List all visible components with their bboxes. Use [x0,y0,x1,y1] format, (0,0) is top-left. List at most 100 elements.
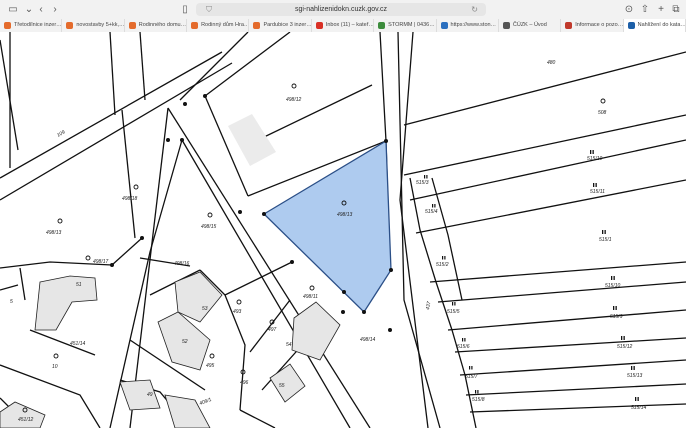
building-outline-faint [228,114,276,166]
tab-3[interactable]: Rodinného domu… [125,19,188,32]
tab-label: STORMM | 0436… [388,22,435,28]
parcel-line [19,267,26,301]
tab-4[interactable]: Rodinný dům Hra… [187,19,250,32]
parcel-symbol-icon [613,276,615,280]
new-tab-icon[interactable]: + [654,3,668,16]
parcel-symbol-icon [631,366,633,370]
parcel-label: 498/15 [201,224,217,230]
selected-parcel-498-13[interactable] [262,139,392,314]
tab-grid-icon[interactable]: ⧉ [669,3,683,16]
tab-label: Rodinného domu… [138,22,187,28]
parcel-symbol-icon [475,390,477,394]
parcel-symbol-icon [592,150,594,154]
parcel-label: 515/10 [587,156,603,162]
vertex [203,94,207,98]
parcel-symbol-icon [426,175,428,179]
tab-label: Rodinný dům Hra… [201,22,250,28]
parcel-symbol-icon [133,184,139,190]
parcel-line [121,109,136,239]
tab-label: ČÚZK – Úvod [512,22,547,28]
parcel-symbol-icon [623,336,625,340]
road-line [0,51,223,179]
parcel-symbol-icon [207,212,213,218]
parcel-symbol-icon [471,366,473,370]
parcel-line [224,261,293,296]
parcel-line [409,139,686,201]
parcel-line [403,114,686,176]
parcel-symbol-icon [595,183,597,187]
parcel-label: 515/7 [465,374,478,380]
download-icon[interactable]: ⊙ [622,3,636,16]
parcel-label: 480 [547,60,556,66]
parcel-label: 498/11 [303,294,318,300]
address-bar[interactable]: ⛉ sgi-nahlizenidokn.cuzk.gov.cz ↻ [196,3,486,16]
parcel-label: 498/14 [360,337,376,343]
parcel-label: 498/13 [46,230,62,236]
forward-icon[interactable]: › [48,3,62,16]
parcel-symbol-icon [291,83,297,89]
parcel-line [0,284,19,291]
parcel-label: 515/6 [457,344,470,350]
parcel-label: 493 [233,309,242,315]
vertex [262,212,266,216]
building [0,401,46,428]
parcel-line [109,32,116,116]
tab-5[interactable]: Pardubice 3 inzer… [249,19,312,32]
parcel-label: 497 [268,327,277,333]
tab-7[interactable]: STORMM | 0436… [374,19,437,32]
share-icon[interactable]: ⇧ [638,3,652,16]
tab-10[interactable]: Informace o pozo… [561,19,624,32]
vertex [290,260,294,264]
parcel-line [454,337,686,353]
parcel-line [239,409,276,428]
sidebar-toggle-icon[interactable]: ▭ [6,3,20,16]
parcel-line [0,39,19,151]
parcel-symbol-icon [85,255,91,261]
tab-label: Nahlížení do kata… [637,22,686,28]
tab-label: Informace o pozo… [575,22,624,28]
tab-9[interactable]: ČÚZK – Úvod [499,19,562,32]
tab-label: Pardubice 3 inzer… [263,22,312,28]
vertex [183,102,187,106]
parcel-symbol-icon [454,302,456,306]
parcel-label: 515/2 [436,262,449,268]
parcel-symbol-icon [432,204,434,208]
tab-8[interactable]: https://www.ston… [437,19,499,32]
shield-icon: ⛉ [206,5,212,14]
back-icon[interactable]: ‹ [34,3,48,16]
vertex [180,138,184,142]
parcel-label: 451/12 [18,417,34,423]
tab-6[interactable]: Inbox (11) – kateř… [312,19,375,32]
tab-favicon-icon [502,22,510,29]
reload-icon[interactable]: ↻ [471,3,478,16]
tab-2[interactable]: novostavby 5+kk,… [62,19,125,32]
tab-label: novostavby 5+kk,… [76,22,125,28]
parcel-symbol-icon [635,397,637,401]
parcel-symbol-icon [590,150,592,154]
parcel-line [204,32,291,97]
tab-overview-icon[interactable]: ▯ [178,3,192,16]
tab-favicon-icon [66,22,74,29]
tab-favicon-icon [4,22,11,29]
tab-label: Třetodílnice inzer… [14,22,62,28]
tab-bar: Třetodílnice inzer… novostavby 5+kk,… Ro… [0,19,686,32]
parcel-label: 51 [76,282,82,288]
parcel-label: 53 [202,306,208,312]
map-canvas[interactable]: 498/12 480 508 515/10 515/11 515/3 515/4… [0,32,686,428]
parcel-symbol-icon [621,336,623,340]
tab-1[interactable]: Třetodílnice inzer… [0,19,63,32]
tab-11-active[interactable]: Nahlížení do kata… [623,19,686,32]
parcel-line [465,383,686,396]
building [291,301,341,361]
parcel-label: 515/8 [472,397,485,403]
vertex [342,290,346,294]
vertex [140,236,144,240]
building [34,275,98,331]
parcel-label: 54 [286,342,292,348]
parcel-label: 515/14 [631,405,647,411]
tab-favicon-icon [627,22,635,29]
parcel-line [429,261,686,283]
cadastral-map[interactable]: 498/12 480 508 515/10 515/11 515/3 515/4… [0,32,686,428]
tab-favicon-icon [128,22,136,29]
parcel-line [459,359,686,376]
